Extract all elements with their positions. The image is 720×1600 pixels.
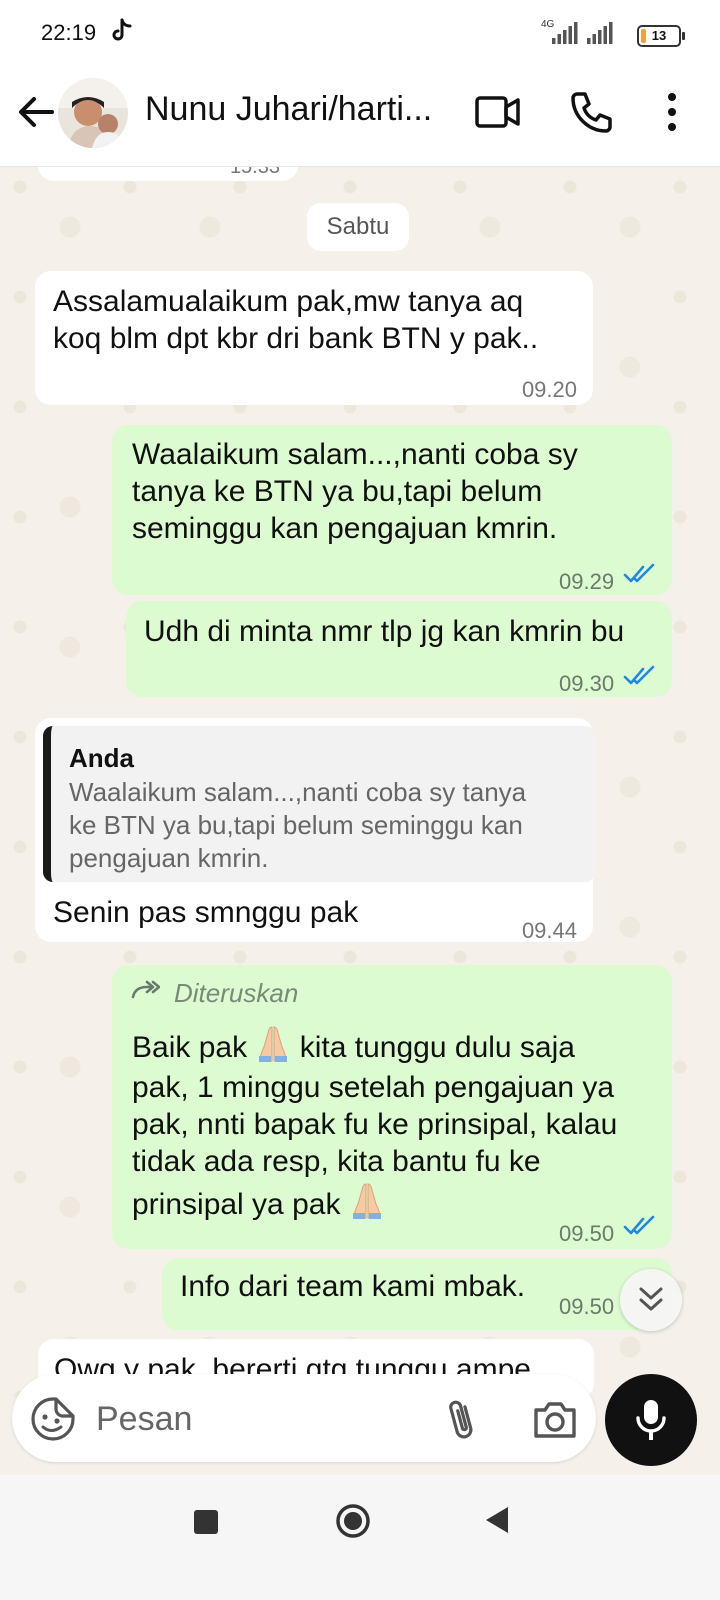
- outgoing-message[interactable]: Waalaikum salam...,nanti coba sy tanya k…: [112, 425, 672, 595]
- message-text-line: kita tunggu dulu saja: [299, 1031, 575, 1064]
- video-camera-icon[interactable]: [474, 89, 522, 135]
- folded-hands-emoji: [352, 1183, 381, 1219]
- more-vertical-icon[interactable]: [660, 88, 684, 136]
- quote-line: Waalaikum salam...,nanti coba sy tanya: [69, 777, 527, 807]
- chat-header: Nunu Juhari/harti...: [0, 64, 720, 167]
- signal-icon: [587, 22, 613, 44]
- message-input[interactable]: [94, 1392, 418, 1446]
- incoming-reply-message[interactable]: Anda Waalaikum salam...,nanti coba sy ta…: [35, 718, 595, 943]
- message-text-line: Assalamualaikum pak,mw tanya aq: [53, 285, 524, 318]
- message-text-line: tidak ada resp, kita bantu fu ke: [132, 1145, 541, 1178]
- outgoing-forwarded-message[interactable]: Diteruskan Baik pak kita tunggu dulu saj…: [112, 965, 672, 1249]
- outgoing-message[interactable]: Udh di minta nmr tlp jg kan kmrin bu 09.…: [126, 601, 672, 697]
- message-text: Info dari team kami mbak.: [180, 1270, 526, 1303]
- avatar[interactable]: [58, 78, 128, 148]
- tiktok-icon: [112, 18, 132, 41]
- read-ticks-icon: [623, 1215, 655, 1235]
- contact-name[interactable]: Nunu Juhari/harti...: [145, 90, 445, 129]
- message-text-line: seminggu kan pengajuan kmrin.: [132, 512, 558, 545]
- message-input-bar: [12, 1374, 596, 1462]
- quote-line: pengajuan kmrin.: [69, 843, 269, 873]
- recents-button[interactable]: [194, 1510, 218, 1534]
- message-time: 15.33: [229, 167, 280, 178]
- back-arrow-icon[interactable]: [14, 90, 58, 134]
- system-nav-bar: [0, 1475, 720, 1600]
- read-ticks-icon: [623, 665, 655, 685]
- quote-text: Waalaikum salam...,nanti coba sy tanya k…: [69, 776, 569, 875]
- microphone-button[interactable]: [605, 1374, 697, 1466]
- read-ticks-icon: [623, 563, 655, 583]
- quoted-message[interactable]: Anda Waalaikum salam...,nanti coba sy ta…: [43, 726, 595, 882]
- message-time: 09.50: [559, 1221, 615, 1246]
- message-text-line: Baik pak: [132, 1031, 248, 1064]
- status-time: 22:19: [41, 20, 97, 45]
- camera-icon[interactable]: [532, 1398, 578, 1440]
- scroll-to-bottom-button[interactable]: [620, 1269, 682, 1331]
- status-bar: 22:19 4G 13: [0, 0, 720, 64]
- quote-line: ke BTN ya bu,tapi belum seminggu kan: [69, 810, 523, 840]
- microphone-icon: [636, 1400, 666, 1440]
- chat-area[interactable]: 15.33 Sabtu Assalamualaikum pak,mw tanya…: [0, 167, 720, 1397]
- message-time: 09.44: [521, 918, 577, 943]
- message-text: Senin pas smnggu pak: [53, 896, 359, 929]
- nav-back-button[interactable]: [484, 1505, 510, 1535]
- phone-icon[interactable]: [568, 88, 616, 136]
- previous-message[interactable]: 15.33: [38, 167, 298, 181]
- home-button[interactable]: [335, 1503, 371, 1539]
- message-text: Udh di minta nmr tlp jg kan kmrin bu: [144, 615, 625, 648]
- forward-arrow-icon: [131, 980, 160, 999]
- forwarded-label: Diteruskan: [174, 978, 299, 1008]
- message-text-line: pak, nnti bapak fu ke prinsipal, kalau: [132, 1108, 618, 1141]
- message-time: 09.20: [521, 377, 577, 402]
- date-divider: Sabtu: [307, 203, 409, 251]
- message-time: 09.29: [559, 569, 615, 594]
- message-text-line: Waalaikum salam...,nanti coba sy: [132, 438, 578, 471]
- battery-icon: 13: [637, 25, 685, 47]
- sticker-icon[interactable]: [30, 1396, 76, 1442]
- message-text-line: pak, 1 minggu setelah pengajuan ya: [132, 1071, 615, 1104]
- message-text-line: tanya ke BTN ya bu,tapi belum: [132, 475, 543, 508]
- message-text-line: koq blm dpt kbr dri bank BTN y pak..: [53, 322, 539, 355]
- message-time: 09.50: [559, 1294, 615, 1319]
- quote-author: Anda: [69, 743, 134, 773]
- double-chevron-down-icon: [639, 1287, 663, 1311]
- paperclip-icon[interactable]: [444, 1396, 480, 1442]
- incoming-message[interactable]: Assalamualaikum pak,mw tanya aq koq blm …: [35, 271, 593, 405]
- outgoing-message[interactable]: Info dari team kami mbak. 09.50: [162, 1258, 672, 1330]
- battery-text: 13: [651, 28, 667, 43]
- message-time: 09.30: [559, 671, 615, 696]
- folded-hands-emoji: [259, 1026, 288, 1062]
- message-text-line: prinsipal ya pak: [132, 1188, 341, 1221]
